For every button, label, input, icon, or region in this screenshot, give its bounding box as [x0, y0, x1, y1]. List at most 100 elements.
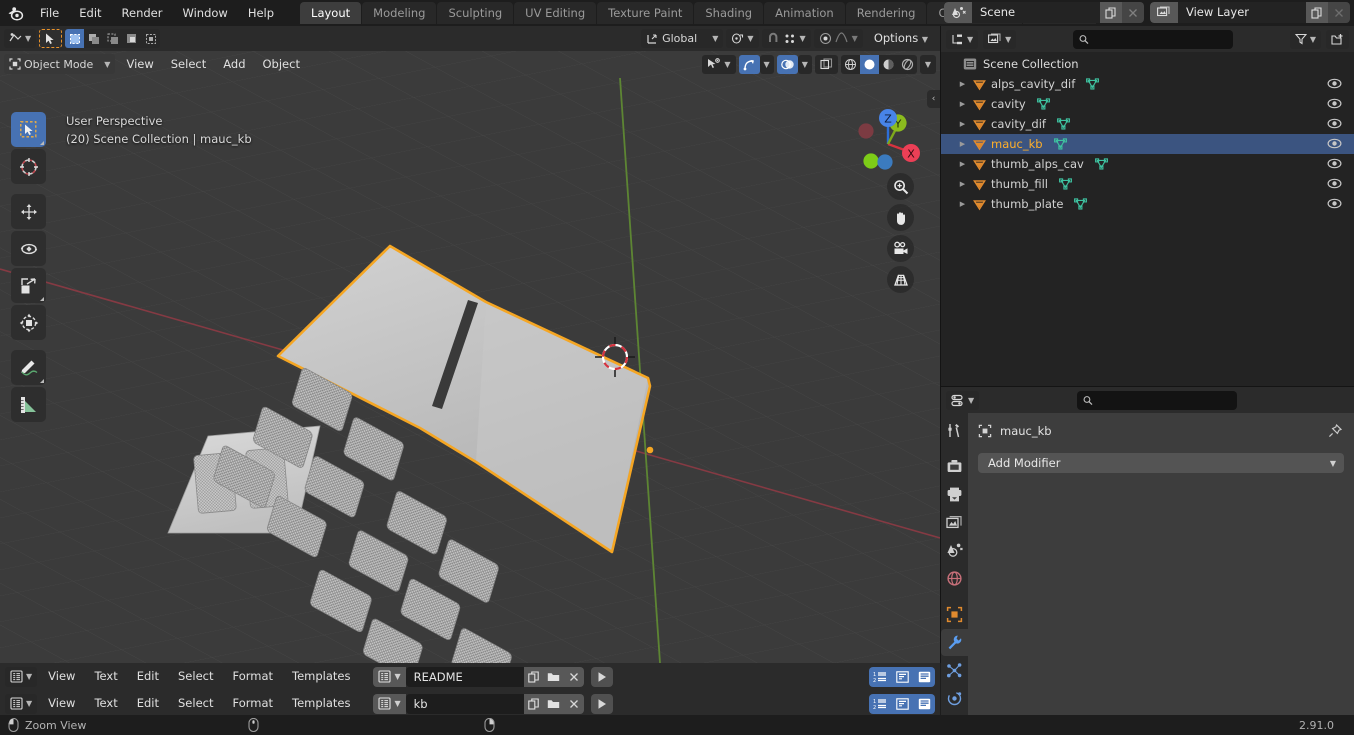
wireframe-shading-icon[interactable]: [841, 55, 860, 74]
top-menu-help[interactable]: Help: [238, 3, 284, 23]
select-mode-group[interactable]: [65, 29, 161, 48]
eye-icon[interactable]: [1327, 77, 1342, 90]
object-properties-tab[interactable]: [941, 601, 968, 628]
text-editor-menu-text[interactable]: Text: [86, 694, 125, 713]
workspace-tab-layout[interactable]: Layout: [300, 2, 362, 24]
select-invert-icon[interactable]: [122, 29, 141, 48]
grid-ortho-icon[interactable]: [887, 266, 914, 293]
3d-viewport[interactable]: ▼ Global ▼ ▼ ▼ ▼ Options ▼ Object Mode ▼…: [0, 26, 940, 663]
workspace-tab-modeling[interactable]: Modeling: [362, 2, 437, 24]
rendered-shading-icon[interactable]: [898, 55, 917, 74]
text-datablock-icon[interactable]: ▼: [373, 666, 406, 687]
add-modifier-button[interactable]: Add Modifier ▼: [978, 453, 1344, 473]
vertical-divider[interactable]: [940, 26, 941, 663]
expand-triangle-icon[interactable]: ▶: [957, 99, 968, 110]
expand-triangle-icon[interactable]: ▶: [957, 119, 968, 130]
pivot-point-selector[interactable]: ▼: [726, 29, 759, 48]
text-editor-menu-edit[interactable]: Edit: [129, 667, 167, 686]
expand-triangle-icon[interactable]: ▶: [957, 139, 968, 150]
word-wrap-toggle[interactable]: [891, 666, 913, 687]
physics-properties-tab[interactable]: [941, 685, 968, 712]
text-editor-menu-format[interactable]: Format: [224, 694, 281, 713]
outliner-item-alps_cavity_dif[interactable]: ▶ alps_cavity_dif: [941, 74, 1354, 94]
pan-hand-icon[interactable]: [887, 204, 914, 231]
proportional-edit-group[interactable]: ▼: [813, 29, 863, 48]
modifier-properties-tab[interactable]: [941, 629, 968, 656]
eye-icon[interactable]: [1327, 197, 1342, 210]
text-editor-2-header[interactable]: ▼ View Text Edit Select Format Templates ▼ kb 1 2: [0, 690, 940, 717]
top-menu-render[interactable]: Render: [112, 3, 173, 23]
outliner-editor-icon[interactable]: ▼: [946, 29, 979, 49]
viewport-menu-view[interactable]: View: [118, 55, 161, 74]
new-collection-icon[interactable]: [1326, 29, 1349, 49]
transform-orientation-selector[interactable]: Global ▼: [641, 29, 724, 48]
scene-name[interactable]: Scene: [972, 2, 1100, 23]
properties-editor[interactable]: ▼ mauc_kb Add Modifier ▼: [941, 387, 1354, 715]
render-properties-tab[interactable]: [941, 453, 968, 480]
workspace-tab-uv-editing[interactable]: UV Editing: [514, 2, 597, 24]
pin-icon[interactable]: [1328, 424, 1342, 438]
text-editor-menu-view[interactable]: View: [40, 694, 83, 713]
text-datablock-icon[interactable]: ▼: [373, 693, 406, 714]
view-layer-name[interactable]: View Layer: [1178, 2, 1306, 23]
object-mode-selector[interactable]: Object Mode ▼: [4, 54, 116, 74]
properties-search-field[interactable]: [1098, 393, 1232, 407]
eye-icon[interactable]: [1327, 157, 1342, 170]
cursor-select-icon[interactable]: [39, 29, 63, 48]
close-icon[interactable]: [563, 693, 584, 714]
text-editor-menu-edit[interactable]: Edit: [129, 694, 167, 713]
solid-shading-icon[interactable]: [859, 54, 879, 74]
viewport-menu-add[interactable]: Add: [215, 55, 253, 74]
unlink-scene-button[interactable]: [1122, 2, 1144, 23]
viewport-menu-select[interactable]: Select: [163, 55, 214, 74]
tweak-select-box-tool[interactable]: [11, 112, 46, 147]
close-icon[interactable]: [563, 666, 584, 687]
horizontal-divider[interactable]: [941, 386, 1354, 387]
top-menu-file[interactable]: File: [30, 3, 69, 23]
text-editor-1-header[interactable]: ▼ View Text Edit Select Format Templates ▼ READM…: [0, 663, 940, 690]
text-editor-menu-select[interactable]: Select: [170, 667, 221, 686]
text-editor-filename[interactable]: README: [405, 666, 524, 687]
eye-icon[interactable]: [1327, 117, 1342, 130]
shading-dropdown[interactable]: ▼: [919, 54, 936, 74]
workspace-tab-texture-paint[interactable]: Texture Paint: [597, 2, 694, 24]
run-script-icon[interactable]: [590, 693, 613, 714]
object-visibility-selector[interactable]: ▼: [702, 54, 736, 74]
blender-logo-icon[interactable]: [0, 0, 30, 26]
outliner-item-cavity_dif[interactable]: ▶ cavity_dif: [941, 114, 1354, 134]
top-menu-edit[interactable]: Edit: [69, 3, 111, 23]
view-layer-properties-tab[interactable]: [941, 509, 968, 536]
move-tool[interactable]: [11, 194, 46, 229]
material-preview-shading-icon[interactable]: [879, 55, 898, 74]
syntax-highlight-toggle[interactable]: [913, 693, 935, 714]
line-numbers-toggle[interactable]: 12: [869, 693, 891, 714]
scale-tool[interactable]: [11, 268, 46, 303]
new-text-icon[interactable]: [523, 666, 544, 687]
workspace-tab-animation[interactable]: Animation: [764, 2, 845, 24]
display-mode-selector[interactable]: ▼: [983, 29, 1017, 49]
cursor-tool[interactable]: [11, 149, 46, 184]
text-editor-menu-select[interactable]: Select: [170, 694, 221, 713]
properties-editor-icon[interactable]: ▼: [946, 390, 980, 410]
shading-modes-group[interactable]: [840, 54, 917, 74]
camera-icon[interactable]: [887, 235, 914, 262]
eye-icon[interactable]: [1327, 137, 1342, 150]
measure-tool[interactable]: [11, 387, 46, 422]
overlays-icon[interactable]: [776, 54, 798, 74]
viewport-options-menu[interactable]: Options ▼: [866, 29, 936, 48]
viewport-menu-object[interactable]: Object: [255, 55, 308, 74]
properties-search-input[interactable]: [1077, 390, 1238, 410]
text-editor-menu-format[interactable]: Format: [224, 667, 281, 686]
gizmo-icon[interactable]: [738, 54, 760, 74]
outliner-scene-collection-row[interactable]: Scene Collection: [941, 54, 1354, 74]
eye-icon[interactable]: [1327, 97, 1342, 110]
outliner-editor[interactable]: ▼ ▼ ▼ Scene Collection ▶ alps_cavity_dif…: [941, 26, 1354, 386]
line-numbers-toggle[interactable]: 12: [869, 666, 891, 687]
top-menu-window[interactable]: Window: [172, 3, 237, 23]
eye-icon[interactable]: [1327, 177, 1342, 190]
select-box-icon[interactable]: [65, 29, 85, 48]
rotate-tool[interactable]: [11, 231, 46, 266]
select-subtract-icon[interactable]: [103, 29, 122, 48]
outliner-tree[interactable]: Scene Collection ▶ alps_cavity_dif ▶ cavity…: [941, 52, 1354, 386]
snap-group[interactable]: ▼: [761, 29, 811, 48]
